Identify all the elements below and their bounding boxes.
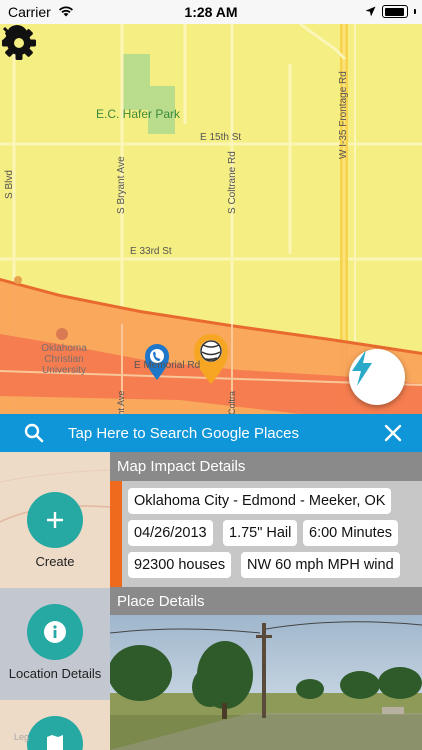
street-label-memorial: E Memorial Rd	[134, 360, 201, 371]
university-marker	[56, 328, 68, 340]
battery-icon	[382, 5, 408, 18]
status-bar: Carrier 1:28 AM	[0, 0, 422, 24]
map-view[interactable]: E.C. Hafer Park E 15th St E 33rd St E Me…	[0, 24, 422, 414]
street-label-bryant-short: Bryant Ave	[116, 390, 126, 414]
street-label-s-blvd: S Blvd	[4, 170, 15, 199]
street-label-frontage: W I-35 Frontage Rd	[338, 71, 349, 159]
google-places-search-bar[interactable]: Tap Here to Search Google Places	[0, 414, 422, 452]
clock: 1:28 AM	[184, 4, 238, 20]
location-details-button[interactable]	[27, 604, 83, 660]
impact-location-chip: Oklahoma City - Edmond - Meeker, OK	[128, 488, 392, 514]
impact-wind-chip: NW 60 mph MPH wind	[241, 552, 400, 578]
create-label: Create	[35, 554, 75, 569]
close-icon[interactable]	[384, 424, 402, 442]
street-view-photo[interactable]	[110, 615, 422, 750]
street-view-image	[110, 615, 422, 750]
street-label-coltrane-short: N Coltra	[227, 390, 237, 414]
street-label-e15th: E 15th St	[200, 132, 242, 143]
map-legal-label[interactable]: Leg	[14, 732, 29, 742]
battery-tip	[414, 9, 416, 14]
impact-hail-chip: 1.75" Hail	[223, 520, 298, 546]
park-label: E.C. Hafer Park	[96, 107, 181, 121]
location-arrow-icon	[365, 6, 376, 17]
street-label-s-coltrane: S Coltrane Rd	[227, 151, 238, 214]
sidebar-item-map[interactable]	[0, 700, 110, 750]
location-details-label: Location Details	[8, 666, 102, 681]
search-placeholder: Tap Here to Search Google Places	[68, 425, 299, 442]
street-label-e33rd: E 33rd St	[130, 246, 172, 257]
settings-gear-icon[interactable]	[0, 24, 38, 62]
lightning-bolt-icon	[352, 350, 372, 386]
create-button[interactable]	[27, 492, 83, 548]
search-icon	[24, 423, 44, 443]
map-impact-details: Oklahoma City - Edmond - Meeker, OK 04/2…	[110, 481, 422, 587]
place-details-header: Place Details	[110, 587, 422, 616]
sidebar-item-create[interactable]: Create	[0, 452, 110, 588]
info-icon	[44, 621, 66, 643]
impact-date-chip: 04/26/2013	[128, 520, 213, 546]
sidebar-item-location-details[interactable]: Location Details	[0, 588, 110, 700]
impact-houses-chip: 92300 houses	[128, 552, 232, 578]
park-area	[122, 54, 175, 134]
map-impact-header: Map Impact Details	[110, 452, 422, 481]
plus-icon	[47, 512, 63, 528]
map-button[interactable]	[27, 716, 83, 750]
details-panel: Map Impact Details Oklahoma City - Edmon…	[110, 452, 422, 750]
impact-accent-bar	[110, 481, 122, 587]
impact-duration-chip: 6:00 Minutes	[303, 520, 399, 546]
lightning-button[interactable]	[349, 349, 405, 405]
map-icon	[47, 735, 63, 750]
street-label-s-bryant: S Bryant Ave	[116, 156, 127, 214]
sidebar: Create Location Details Leg	[0, 452, 110, 750]
university-label: Oklahoma Christian University	[41, 343, 87, 376]
